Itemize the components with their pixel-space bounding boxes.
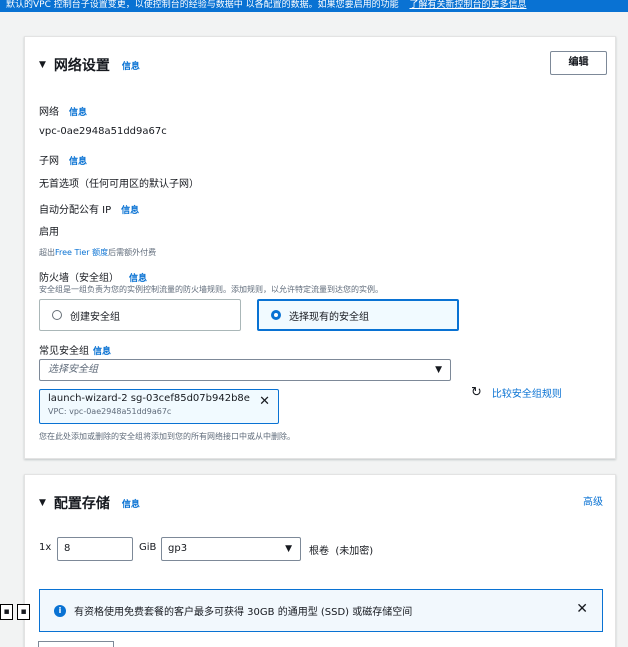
- refresh-icon[interactable]: ↻: [471, 385, 482, 400]
- security-group-note: 您在此处添加或删除的安全组将添加到您的所有网络接口中或从中删除。: [39, 432, 295, 441]
- firewall-info-link[interactable]: 信息: [129, 274, 147, 284]
- common-sg-label: 常见安全组 信息: [39, 346, 112, 357]
- root-volume-label: 根卷 (未加密): [309, 546, 374, 557]
- notification-text: 默认的VPC 控制台子设置变更，以使控制台的经验与数据中 以各配置的数据。如果您…: [6, 0, 399, 10]
- volume-type-select[interactable]: gp3 ▼: [161, 537, 301, 561]
- free-tier-alert: i 有资格使用免费套餐的客户最多可获得 30GB 的通用型 (SSD) 或磁存储…: [39, 589, 603, 632]
- side-tool-icon-2[interactable]: ▪: [17, 604, 30, 620]
- subnet-info-link[interactable]: 信息: [69, 157, 87, 167]
- network-settings-header[interactable]: ▼ 网络设置 信息: [39, 55, 140, 75]
- volume-count: 1x: [39, 542, 52, 553]
- caret-down-icon[interactable]: ▼: [39, 498, 46, 508]
- free-tier-link[interactable]: Free Tier 额度: [55, 248, 108, 257]
- storage-header[interactable]: ▼ 配置存储 信息: [39, 493, 140, 513]
- compare-rules[interactable]: ↻ 比较安全组规则: [471, 385, 562, 400]
- size-unit: GiB: [139, 542, 157, 553]
- network-info-link[interactable]: 信息: [69, 108, 87, 118]
- storage-title: 配置存储: [53, 496, 110, 512]
- free-tier-note: 超出Free Tier 额度后需额外付费: [39, 248, 157, 257]
- dropdown-arrow-icon[interactable]: ▼: [285, 538, 292, 560]
- security-group-select[interactable]: 选择安全组 ▼: [39, 359, 451, 381]
- close-icon[interactable]: ✕: [576, 601, 588, 617]
- compare-rules-link[interactable]: 比较安全组规则: [492, 385, 562, 400]
- volume-size-input[interactable]: 8: [57, 537, 133, 561]
- top-notification-bar: 默认的VPC 控制台子设置变更，以使控制台的经验与数据中 以各配置的数据。如果您…: [0, 0, 628, 12]
- storage-panel: ▼ 配置存储 信息 高级 1x 8 GiB gp3 ▼ 根卷 (未加密) i 有…: [24, 474, 616, 647]
- advanced-link[interactable]: 高级: [583, 493, 603, 508]
- edit-button[interactable]: 编辑: [550, 51, 607, 75]
- info-icon: i: [54, 604, 66, 617]
- create-security-group-option[interactable]: 创建安全组: [39, 299, 241, 331]
- selected-security-group-token: launch-wizard-2 sg-03cef85d07b942b8e VPC…: [39, 389, 279, 424]
- alert-text: 有资格使用免费套餐的客户最多可获得 30GB 的通用型 (SSD) 或磁存储空间: [74, 607, 413, 618]
- select-placeholder: 选择安全组: [48, 364, 98, 375]
- subnet-label: 子网 信息: [39, 156, 88, 167]
- firewall-label: 防火墙（安全组） 信息: [39, 273, 148, 284]
- firewall-description: 安全组是一组负责为您的实例控制流量的防火墙规则。添加规则，以允许特定流量到达您的…: [39, 285, 383, 294]
- existing-security-group-label: 选择现有的安全组: [289, 311, 369, 323]
- network-settings-panel: ▼ 网络设置 信息 编辑 网络 信息 vpc-0ae2948a51dd9a67c …: [24, 36, 616, 459]
- add-volume-button[interactable]: [38, 641, 114, 647]
- volume-type-value: gp3: [168, 543, 188, 554]
- side-tool-icon[interactable]: ▪: [0, 604, 13, 620]
- subnet-value: 无首选项（任何可用区的默认子网）: [39, 179, 199, 190]
- token-name: launch-wizard-2 sg-03cef85d07b942b8e: [48, 393, 250, 404]
- public-ip-label: 自动分配公有 IP 信息: [39, 205, 140, 216]
- radio-selected-icon[interactable]: [271, 310, 281, 320]
- network-value: vpc-0ae2948a51dd9a67c: [39, 126, 167, 137]
- token-vpc: VPC: vpc-0ae2948a51dd9a67c: [48, 407, 172, 416]
- public-ip-value: 启用: [39, 227, 59, 238]
- existing-security-group-option[interactable]: 选择现有的安全组: [257, 299, 459, 331]
- caret-down-icon[interactable]: ▼: [39, 60, 46, 70]
- common-sg-info-link[interactable]: 信息: [93, 347, 111, 357]
- create-security-group-label: 创建安全组: [70, 311, 120, 323]
- radio-unselected-icon[interactable]: [52, 310, 62, 320]
- public-ip-info-link[interactable]: 信息: [121, 206, 139, 216]
- network-settings-title: 网络设置: [53, 58, 110, 74]
- storage-info-link[interactable]: 信息: [122, 497, 140, 510]
- remove-token-icon[interactable]: ✕: [259, 394, 270, 409]
- notification-link[interactable]: 了解有关新控制台的更多信息: [409, 0, 526, 10]
- info-link[interactable]: 信息: [122, 59, 140, 72]
- dropdown-arrow-icon[interactable]: ▼: [435, 360, 442, 380]
- network-label: 网络 信息: [39, 107, 88, 118]
